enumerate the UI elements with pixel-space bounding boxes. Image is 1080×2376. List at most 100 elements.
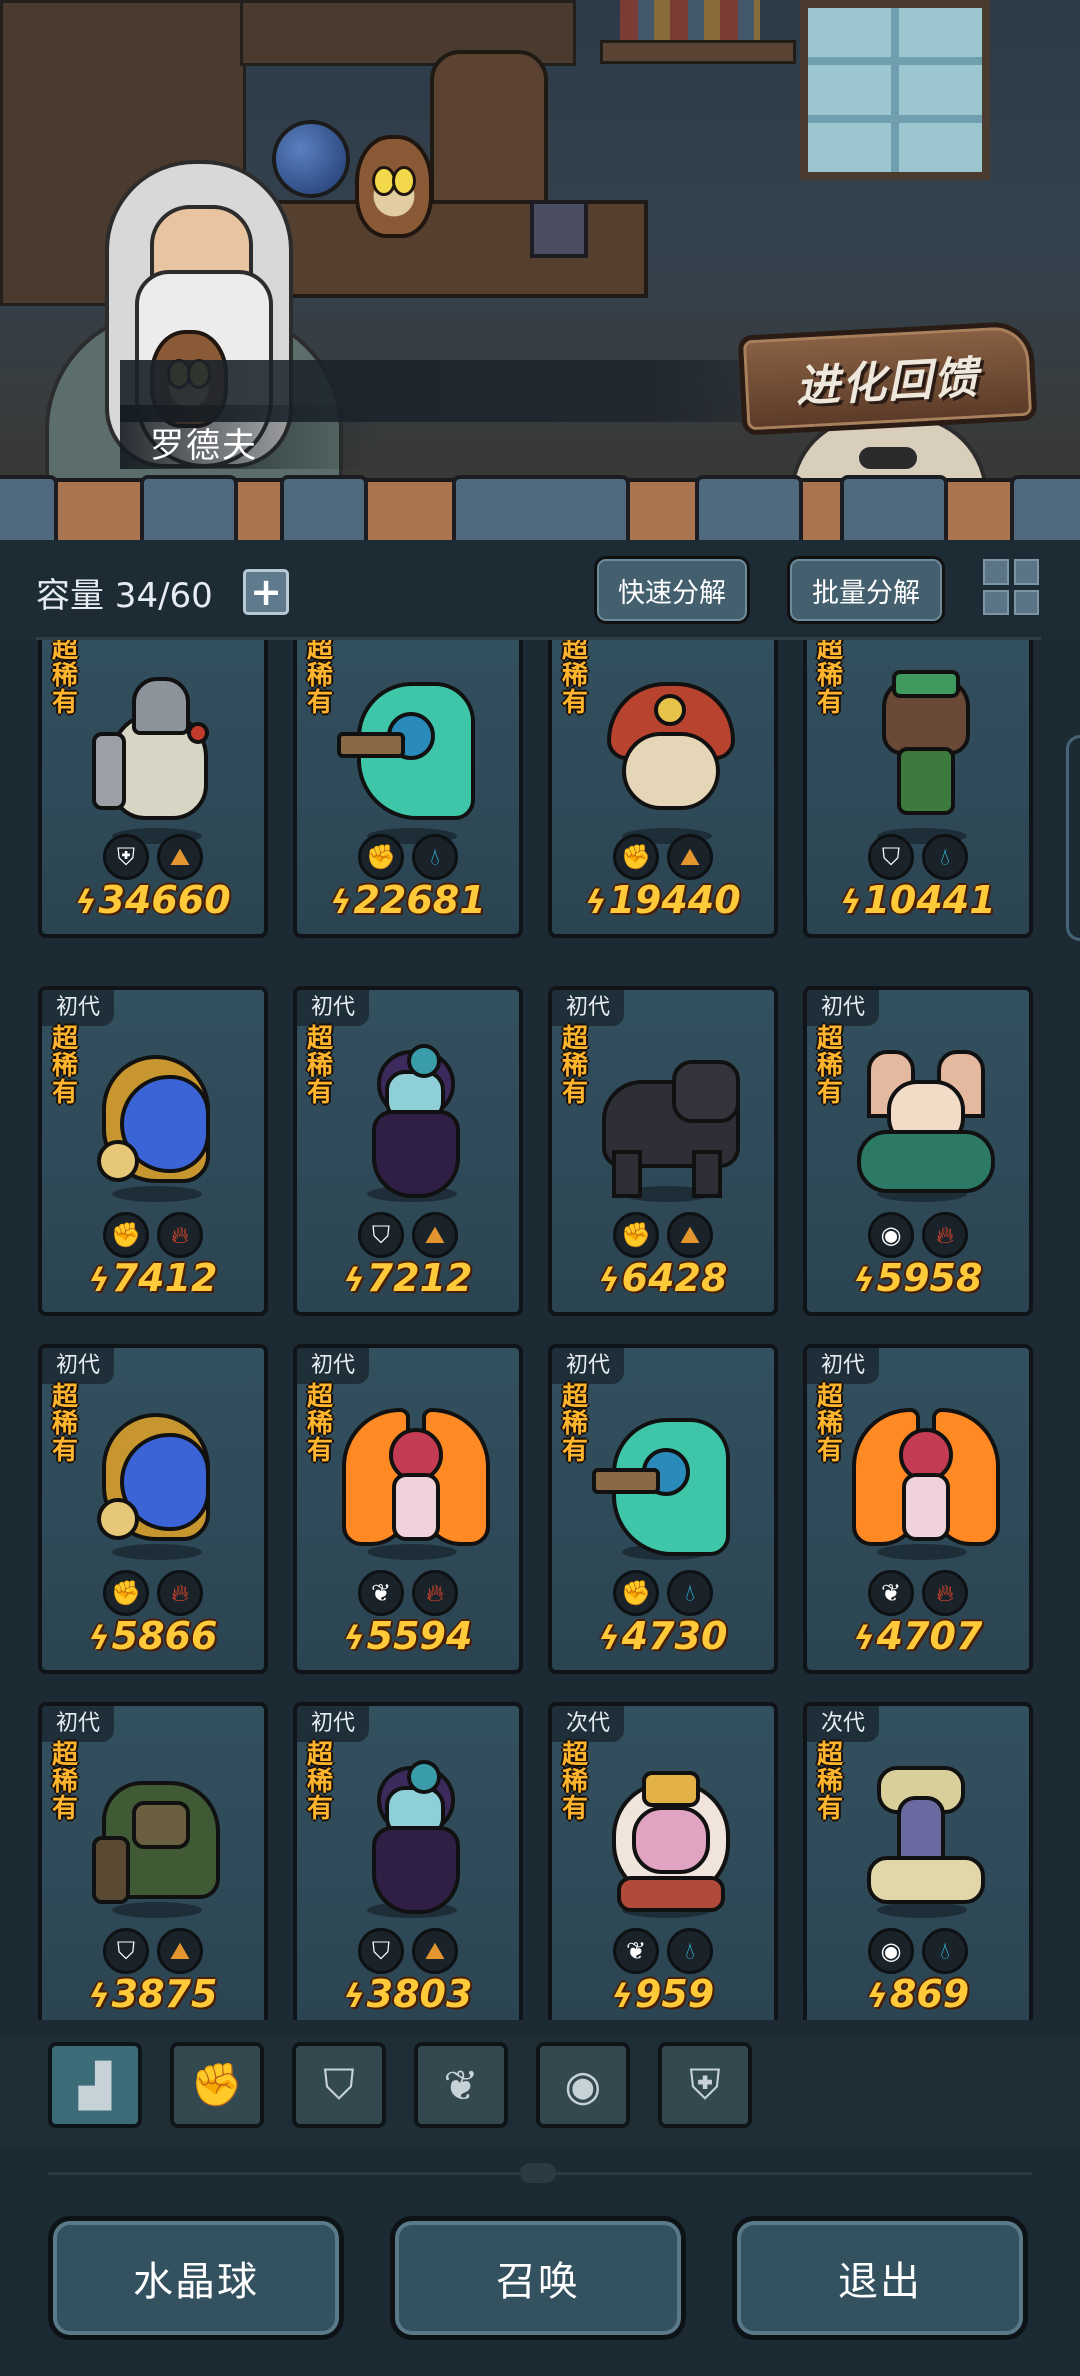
- badge-row: ❦ 💧︎: [552, 1928, 774, 1974]
- power-number: 3803: [366, 1972, 473, 2016]
- eye-icon: ◉: [564, 2060, 602, 2110]
- side-scroll-tab[interactable]: [1066, 735, 1080, 941]
- rarity-label: 超稀有: [52, 1024, 79, 1108]
- exit-button[interactable]: 退出: [732, 2216, 1028, 2340]
- creature-card[interactable]: 初代 超稀有 ⛉ ⛰︎ ϟ3803: [293, 1702, 523, 2020]
- power-value: ϟ4730: [552, 1614, 774, 1658]
- fist-icon: ✊: [358, 834, 404, 880]
- shield-filter-tab[interactable]: ⛉: [292, 2042, 386, 2128]
- add-capacity-button[interactable]: +: [243, 569, 289, 615]
- badge-row: ⛉ ⛰︎: [297, 1928, 519, 1974]
- fire-element-icon: 🔥︎: [922, 1212, 968, 1258]
- crest-filter-tab[interactable]: ⛨: [658, 2042, 752, 2128]
- fist-filter-tab[interactable]: ✊: [170, 2042, 264, 2128]
- power-icon: ϟ: [598, 1619, 620, 1657]
- creature-card[interactable]: 初代 超稀有 ✊ 💧︎ ϟ4730: [548, 1344, 778, 1674]
- badge-row: ✊ 💧︎: [297, 834, 519, 880]
- rarity-label: 超稀有: [817, 640, 844, 718]
- power-number: 7412: [111, 1256, 218, 1300]
- creature-card[interactable]: 初代 超稀有 ❦ 🔥︎ ϟ5594: [293, 1344, 523, 1674]
- generation-tag: 初代: [297, 1348, 370, 1384]
- creature-card[interactable]: 初代 超稀有 ⛉ ⛰︎ ϟ7212: [293, 986, 523, 1316]
- eye-icon: ◉: [868, 1212, 914, 1258]
- creature-card[interactable]: 初代 超稀有 ✊ 🔥︎ ϟ5866: [38, 1344, 268, 1674]
- power-icon: ϟ: [75, 883, 97, 921]
- creature-card[interactable]: 初代 超稀有 ✊ ⛰︎ ϟ6428: [548, 986, 778, 1316]
- power-number: 959: [634, 1972, 715, 2016]
- power-value: ϟ5866: [42, 1614, 264, 1658]
- creature-card[interactable]: 超稀有 ✊ ⛰︎ ϟ19440: [548, 640, 778, 938]
- summon-button[interactable]: 召唤: [390, 2216, 686, 2340]
- rarity-label: 超稀有: [307, 1024, 334, 1108]
- grid-view-icon[interactable]: [983, 559, 1039, 615]
- power-value: ϟ5594: [297, 1614, 519, 1658]
- fire-element-icon: 🔥︎: [922, 1570, 968, 1616]
- power-icon: ϟ: [88, 1977, 110, 2015]
- blue-flame-spirit-sprite: [92, 1050, 222, 1200]
- fire-element-icon: 🔥︎: [157, 1570, 203, 1616]
- power-value: ϟ34660: [42, 878, 264, 922]
- rarity-label: 超稀有: [52, 640, 79, 718]
- creature-card[interactable]: 初代 超稀有 ◉ 🔥︎ ϟ5958: [803, 986, 1033, 1316]
- creature-card[interactable]: 超稀有 ⛉ 💧︎ ϟ10441: [803, 640, 1033, 938]
- generation-tag: 初代: [42, 1348, 115, 1384]
- water-element-icon: 💧︎: [922, 1928, 968, 1974]
- quick-decompose-button[interactable]: 快速分解: [594, 556, 750, 624]
- power-value: ϟ3875: [42, 1972, 264, 2016]
- rarity-label: 超稀有: [817, 1382, 844, 1466]
- fist-icon: ✊: [613, 1570, 659, 1616]
- sprout-icon: ❦: [443, 2060, 479, 2110]
- speaker-name: 罗德夫: [150, 426, 258, 466]
- crystal-ball-button[interactable]: 水晶球: [48, 2216, 344, 2340]
- generation-tag: 次代: [807, 1706, 880, 1742]
- earth-element-icon: ⛰︎: [157, 834, 203, 880]
- eye-filter-tab[interactable]: ◉: [536, 2042, 630, 2128]
- creature-card-grid: 超稀有 ⛨ ⛰︎ ϟ34660 超稀有 ✊ 💧︎ ϟ22681 超稀有 ✊ ⛰︎ ϟ19440 超稀有 ⛉…: [0, 640, 1080, 2020]
- rail-block: [695, 475, 803, 545]
- rarity-label: 超稀有: [52, 1382, 79, 1466]
- badge-row: ❦ 🔥︎: [297, 1570, 519, 1616]
- creature-card[interactable]: 初代 超稀有 ❦ 🔥︎ ϟ4707: [803, 1344, 1033, 1674]
- water-spirit-sprite: [337, 672, 477, 822]
- power-icon: ϟ: [611, 1977, 633, 2015]
- blocks-icon: ▟: [78, 2060, 112, 2110]
- power-number: 5958: [876, 1256, 983, 1300]
- fire-element-icon: 🔥︎: [157, 1212, 203, 1258]
- power-value: ϟ5958: [807, 1256, 1029, 1300]
- shield-icon: ⛉: [323, 2060, 355, 2109]
- power-icon: ϟ: [598, 1261, 620, 1299]
- evolve-feedback-button[interactable]: 进化回馈: [737, 320, 1038, 436]
- sprout-filter-tab[interactable]: ❦: [414, 2042, 508, 2128]
- creature-card[interactable]: 超稀有 ⛨ ⛰︎ ϟ34660: [38, 640, 268, 938]
- rarity-label: 超稀有: [562, 1382, 589, 1466]
- power-value: ϟ6428: [552, 1256, 774, 1300]
- earth-element-icon: ⛰︎: [412, 1928, 458, 1974]
- power-icon: ϟ: [853, 1261, 875, 1299]
- creature-card[interactable]: 初代 超稀有 ✊ 🔥︎ ϟ7412: [38, 986, 268, 1316]
- power-number: 34660: [98, 878, 231, 922]
- badge-row: ◉ 🔥︎: [807, 1212, 1029, 1258]
- badge-row: ⛨ ⛰︎: [42, 834, 264, 880]
- creature-card[interactable]: 超稀有 ✊ 💧︎ ϟ22681: [293, 640, 523, 938]
- creature-card[interactable]: 次代 超稀有 ◉ 💧︎ ϟ869: [803, 1702, 1033, 2020]
- power-number: 6428: [621, 1256, 728, 1300]
- badge-row: ✊ ⛰︎: [552, 1212, 774, 1258]
- generation-tag: 初代: [297, 990, 370, 1026]
- phoenix-fairy-sprite: [342, 1408, 490, 1558]
- batch-decompose-button[interactable]: 批量分解: [787, 556, 945, 624]
- power-value: ϟ7412: [42, 1256, 264, 1300]
- badge-row: ✊ 🔥︎: [42, 1212, 264, 1258]
- rarity-label: 超稀有: [307, 1382, 334, 1466]
- shield-crest-icon: ⛨: [103, 834, 149, 880]
- rarity-label: 超稀有: [52, 1740, 79, 1824]
- creature-card[interactable]: 次代 超稀有 ❦ 💧︎ ϟ959: [548, 1702, 778, 2020]
- earth-element-icon: ⛰︎: [667, 834, 713, 880]
- rarity-label: 超稀有: [562, 1740, 589, 1824]
- armored-rat-sprite: [92, 672, 222, 822]
- power-value: ϟ7212: [297, 1256, 519, 1300]
- creature-card[interactable]: 初代 超稀有 ⛉ ⛰︎ ϟ3875: [38, 1702, 268, 2020]
- water-element-icon: 💧︎: [667, 1570, 713, 1616]
- all-filter-tab[interactable]: ▟: [48, 2042, 142, 2128]
- water-element-icon: 💧︎: [922, 834, 968, 880]
- rose-witch-sprite: [347, 1760, 477, 1916]
